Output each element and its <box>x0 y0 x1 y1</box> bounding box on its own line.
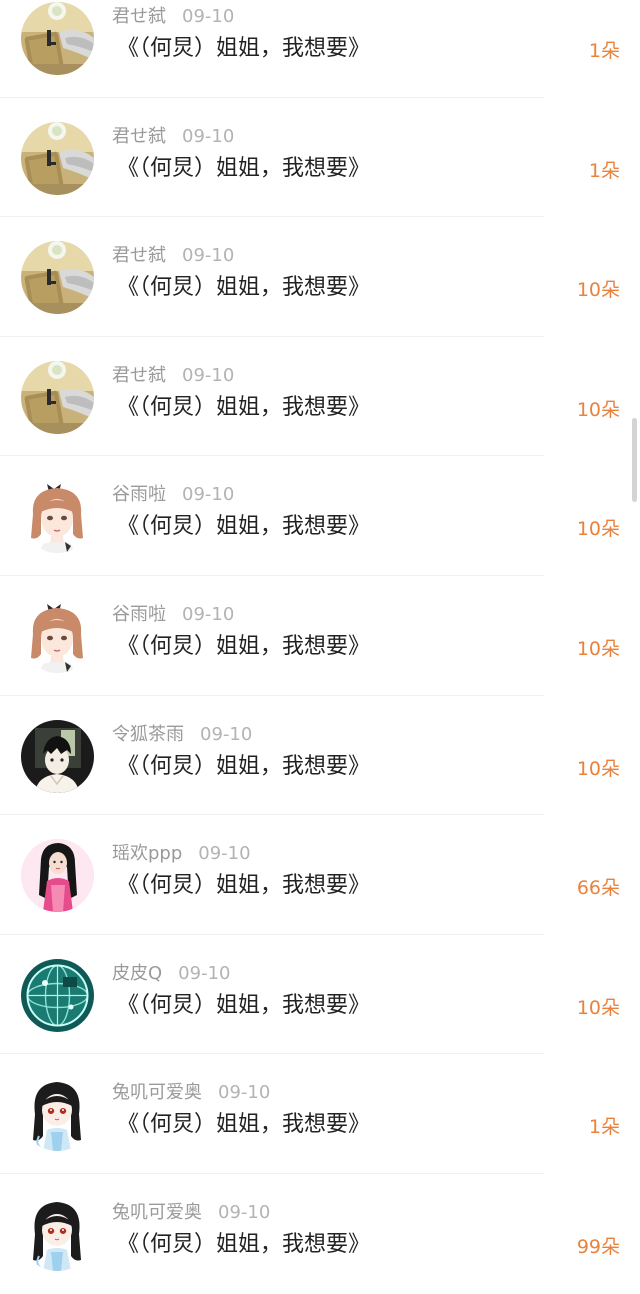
list-item[interactable]: 君せ弑 09-10 《（何炅）姐姐，我想要》 1朵 <box>0 0 640 98</box>
item-meta: 皮皮Q 09-10 <box>112 963 230 985</box>
list-item[interactable]: 皮皮Q 09-10 《（何炅）姐姐，我想要》 10朵 <box>0 935 640 1055</box>
date: 09-10 <box>182 125 235 147</box>
flower-count: 1朵 <box>588 159 620 182</box>
avatar[interactable] <box>21 241 94 314</box>
username[interactable]: 君せ弑 <box>112 245 166 266</box>
flower-count: 10朵 <box>576 279 620 302</box>
item-meta: 君せ弑 09-10 <box>112 126 234 148</box>
flower-count: 10朵 <box>576 996 620 1019</box>
username[interactable]: 君せ弑 <box>112 365 166 386</box>
date: 09-10 <box>182 6 235 27</box>
message: 《（何炅）姐姐，我想要》 <box>117 394 371 420</box>
chibi-girl-avatar-icon <box>21 1078 94 1151</box>
date: 09-10 <box>200 723 253 745</box>
chibi-girl-avatar-icon <box>21 1198 94 1271</box>
message: 《（何炅）姐姐，我想要》 <box>117 36 371 61</box>
list-item[interactable]: 谷雨啦 09-10 《（何炅）姐姐，我想要》 10朵 <box>0 576 640 696</box>
item-meta: 兔叽可爱奥 09-10 <box>112 1082 270 1104</box>
username[interactable]: 兔叽可爱奥 <box>112 1202 202 1223</box>
username[interactable]: 谷雨啦 <box>112 484 166 505</box>
avatar[interactable] <box>21 480 94 553</box>
date: 09-10 <box>182 364 235 386</box>
message: 《（何炅）姐姐，我想要》 <box>117 753 371 779</box>
username[interactable]: 君せ弑 <box>112 6 166 27</box>
avatar[interactable] <box>21 122 94 195</box>
message: 《（何炅）姐姐，我想要》 <box>117 155 371 181</box>
photo-avatar-icon <box>21 2 94 75</box>
date: 09-10 <box>218 1082 271 1104</box>
date: 09-10 <box>182 603 235 625</box>
avatar[interactable] <box>21 361 94 434</box>
photo-avatar-icon <box>21 361 94 434</box>
item-meta: 谷雨啦 09-10 <box>112 484 234 506</box>
flower-count: 10朵 <box>576 398 620 421</box>
list-item[interactable]: 瑶欢ppp 09-10 《（何炅）姐姐，我想要》 66朵 <box>0 815 640 935</box>
anime-boy-avatar-icon <box>21 720 94 793</box>
globe-avatar-icon <box>21 959 94 1032</box>
item-meta: 君せ弑 09-10 <box>112 245 234 267</box>
girl-photo-avatar-icon <box>21 839 94 912</box>
date: 09-10 <box>182 245 235 267</box>
flower-count: 10朵 <box>576 637 620 660</box>
message: 《（何炅）姐姐，我想要》 <box>117 514 371 540</box>
flower-count: 1朵 <box>588 1116 620 1139</box>
message: 《（何炅）姐姐，我想要》 <box>117 992 371 1018</box>
scrollbar[interactable] <box>632 418 637 502</box>
list-item[interactable]: 令狐茶雨 09-10 《（何炅）姐姐，我想要》 10朵 <box>0 696 640 816</box>
item-meta: 君せ弑 09-10 <box>112 6 234 28</box>
message: 《（何炅）姐姐，我想要》 <box>117 873 371 899</box>
anime-girl-avatar-icon <box>21 600 94 673</box>
gift-record-list: 君せ弑 09-10 《（何炅）姐姐，我想要》 1朵 君せ弑 09-10 《（何炅）姐… <box>0 0 640 1294</box>
username[interactable]: 皮皮Q <box>112 963 162 984</box>
message: 《（何炅）姐姐，我想要》 <box>117 1112 371 1138</box>
avatar[interactable] <box>21 959 94 1032</box>
item-meta: 谷雨啦 09-10 <box>112 604 234 626</box>
item-meta: 令狐茶雨 09-10 <box>112 724 252 746</box>
avatar[interactable] <box>21 1198 94 1271</box>
avatar[interactable] <box>21 720 94 793</box>
item-meta: 兔叽可爱奥 09-10 <box>112 1202 270 1224</box>
username[interactable]: 瑶欢ppp <box>112 843 182 864</box>
photo-avatar-icon <box>21 122 94 195</box>
list-item[interactable]: 君せ弑 09-10 《（何炅）姐姐，我想要》 10朵 <box>0 217 640 337</box>
message: 《（何炅）姐姐，我想要》 <box>117 1231 371 1257</box>
flower-count: 66朵 <box>576 877 620 900</box>
list-item[interactable]: 君せ弑 09-10 《（何炅）姐姐，我想要》 1朵 <box>0 98 640 218</box>
list-item[interactable]: 谷雨啦 09-10 《（何炅）姐姐，我想要》 10朵 <box>0 456 640 576</box>
username[interactable]: 谷雨啦 <box>112 604 166 625</box>
flower-count: 10朵 <box>576 757 620 780</box>
avatar[interactable] <box>21 839 94 912</box>
message: 《（何炅）姐姐，我想要》 <box>117 633 371 659</box>
list-item[interactable]: 君せ弑 09-10 《（何炅）姐姐，我想要》 10朵 <box>0 337 640 457</box>
item-meta: 君せ弑 09-10 <box>112 365 234 387</box>
avatar[interactable] <box>21 2 94 75</box>
date: 09-10 <box>182 484 235 506</box>
date: 09-10 <box>178 962 231 984</box>
username[interactable]: 君せ弑 <box>112 126 166 147</box>
username[interactable]: 兔叽可爱奥 <box>112 1082 202 1103</box>
flower-count: 99朵 <box>576 1235 620 1258</box>
item-meta: 瑶欢ppp 09-10 <box>112 843 251 865</box>
username[interactable]: 令狐茶雨 <box>112 724 184 745</box>
photo-avatar-icon <box>21 241 94 314</box>
date: 09-10 <box>218 1201 271 1223</box>
date: 09-10 <box>198 843 251 865</box>
avatar[interactable] <box>21 1078 94 1151</box>
list-item[interactable]: 兔叽可爱奥 09-10 《（何炅）姐姐，我想要》 1朵 <box>0 1054 640 1174</box>
flower-count: 1朵 <box>588 40 620 62</box>
message: 《（何炅）姐姐，我想要》 <box>117 275 371 301</box>
anime-girl-avatar-icon <box>21 480 94 553</box>
flower-count: 10朵 <box>576 518 620 541</box>
avatar[interactable] <box>21 600 94 673</box>
